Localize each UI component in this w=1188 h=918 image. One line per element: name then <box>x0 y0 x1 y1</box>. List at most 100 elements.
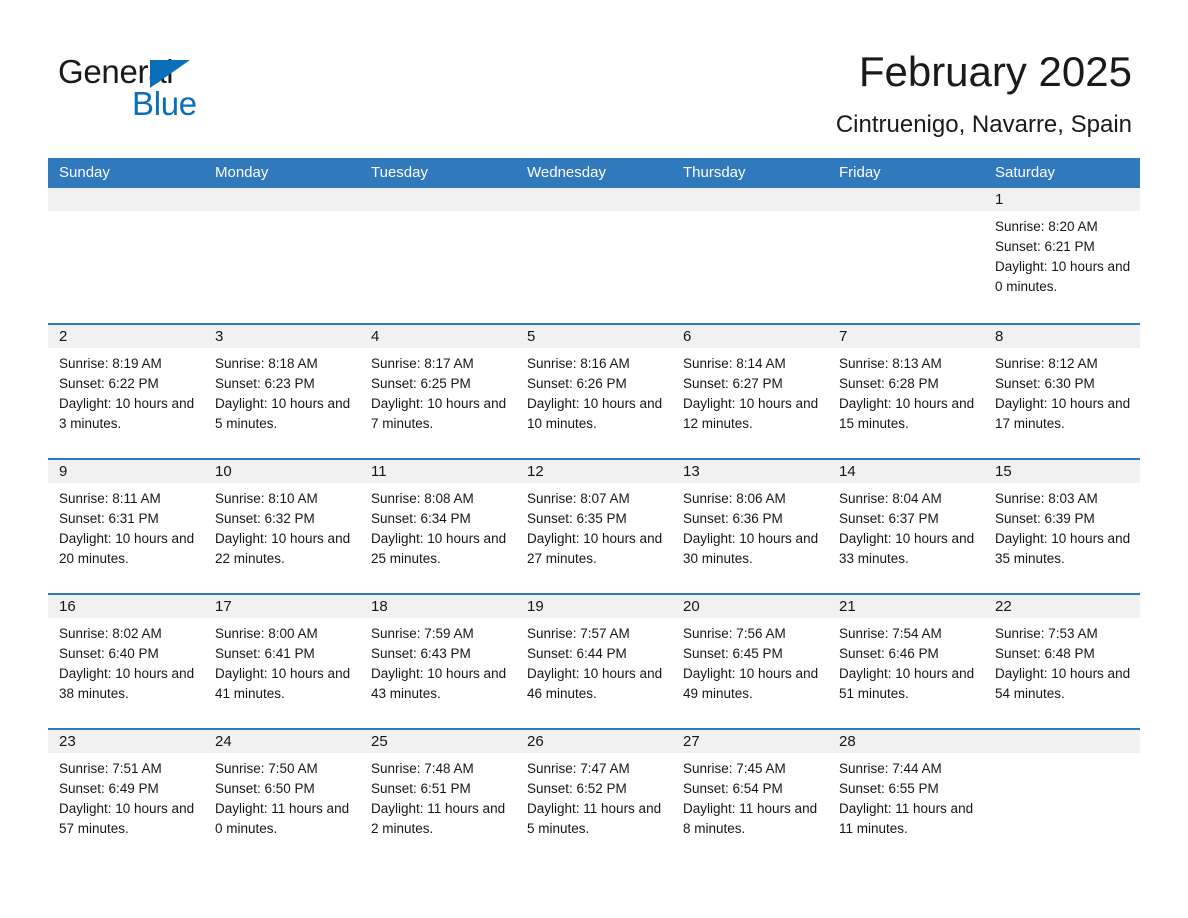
sunset-text: Sunset: 6:55 PM <box>839 781 939 796</box>
daylight-text: Daylight: 10 hours and 15 minutes. <box>839 396 975 431</box>
calendar-day-cell[interactable]: 24 Sunrise: 7:50 AM Sunset: 6:50 PM Dayligh… <box>204 730 360 863</box>
calendar-day-cell[interactable]: 13 Sunrise: 8:06 AM Sunset: 6:36 PM Dayligh… <box>672 460 828 593</box>
weekday-header-friday: Friday <box>839 164 881 181</box>
sunrise-text: Sunrise: 7:47 AM <box>527 761 630 776</box>
calendar-weeks: 1 Sunrise: 8:20 AM Sunset: 6:21 PM Daylight… <box>48 188 1140 863</box>
calendar-day-cell[interactable]: 8 Sunrise: 8:12 AM Sunset: 6:30 PM Daylight… <box>984 325 1140 458</box>
calendar-day-cell[interactable]: 19 Sunrise: 7:57 AM Sunset: 6:44 PM Dayligh… <box>516 595 672 728</box>
calendar-day-cell[interactable]: 9 Sunrise: 8:11 AM Sunset: 6:31 PM Daylight… <box>48 460 204 593</box>
day-number <box>672 188 828 211</box>
sunrise-text: Sunrise: 8:17 AM <box>371 356 474 371</box>
sunrise-text: Sunrise: 8:14 AM <box>683 356 786 371</box>
calendar-day-cell[interactable]: 25 Sunrise: 7:48 AM Sunset: 6:51 PM Dayligh… <box>360 730 516 863</box>
calendar-day-cell[interactable]: 12 Sunrise: 8:07 AM Sunset: 6:35 PM Dayligh… <box>516 460 672 593</box>
calendar-day-cell[interactable]: 26 Sunrise: 7:47 AM Sunset: 6:52 PM Dayligh… <box>516 730 672 863</box>
sunset-text: Sunset: 6:28 PM <box>839 376 939 391</box>
daylight-text: Daylight: 10 hours and 54 minutes. <box>995 666 1131 701</box>
daylight-text: Daylight: 10 hours and 38 minutes. <box>59 666 195 701</box>
calendar-week-row: 1 Sunrise: 8:20 AM Sunset: 6:21 PM Daylight… <box>48 188 1140 323</box>
daylight-text: Daylight: 10 hours and 12 minutes. <box>683 396 819 431</box>
day-number: 19 <box>516 595 672 618</box>
day-sun-info: Sunrise: 7:54 AM Sunset: 6:46 PM Daylight:… <box>828 618 984 704</box>
calendar-day-cell[interactable]: 4 Sunrise: 8:17 AM Sunset: 6:25 PM Daylight… <box>360 325 516 458</box>
calendar-day-cell[interactable]: 6 Sunrise: 8:14 AM Sunset: 6:27 PM Daylight… <box>672 325 828 458</box>
calendar-day-cell[interactable]: 15 Sunrise: 8:03 AM Sunset: 6:39 PM Dayligh… <box>984 460 1140 593</box>
sunset-text: Sunset: 6:37 PM <box>839 511 939 526</box>
sunrise-text: Sunrise: 8:16 AM <box>527 356 630 371</box>
sunrise-text: Sunrise: 7:54 AM <box>839 626 942 641</box>
calendar-day-cell[interactable]: 14 Sunrise: 8:04 AM Sunset: 6:37 PM Dayligh… <box>828 460 984 593</box>
day-number <box>48 188 204 211</box>
calendar-day-cell[interactable]: 20 Sunrise: 7:56 AM Sunset: 6:45 PM Dayligh… <box>672 595 828 728</box>
day-number: 23 <box>48 730 204 753</box>
calendar-day-cell[interactable]: 5 Sunrise: 8:16 AM Sunset: 6:26 PM Daylight… <box>516 325 672 458</box>
sunset-text: Sunset: 6:51 PM <box>371 781 471 796</box>
calendar-week-row: 2 Sunrise: 8:19 AM Sunset: 6:22 PM Daylight… <box>48 323 1140 458</box>
calendar-week-row: 9 Sunrise: 8:11 AM Sunset: 6:31 PM Daylight… <box>48 458 1140 593</box>
day-number: 4 <box>360 325 516 348</box>
daylight-text: Daylight: 10 hours and 20 minutes. <box>59 531 195 566</box>
day-number: 14 <box>828 460 984 483</box>
calendar-day-cell[interactable]: 17 Sunrise: 8:00 AM Sunset: 6:41 PM Dayligh… <box>204 595 360 728</box>
day-sun-info: Sunrise: 8:10 AM Sunset: 6:32 PM Daylight:… <box>204 483 360 569</box>
sunrise-text: Sunrise: 8:00 AM <box>215 626 318 641</box>
calendar-day-cell[interactable]: 18 Sunrise: 7:59 AM Sunset: 6:43 PM Dayligh… <box>360 595 516 728</box>
sunrise-text: Sunrise: 8:06 AM <box>683 491 786 506</box>
calendar-day-cell-empty <box>984 730 1140 863</box>
daylight-text: Daylight: 11 hours and 11 minutes. <box>839 801 974 836</box>
day-number <box>516 188 672 211</box>
calendar-week-row: 23 Sunrise: 7:51 AM Sunset: 6:49 PM Dayligh… <box>48 728 1140 863</box>
calendar-day-cell[interactable]: 7 Sunrise: 8:13 AM Sunset: 6:28 PM Daylight… <box>828 325 984 458</box>
calendar-day-cell[interactable]: 22 Sunrise: 7:53 AM Sunset: 6:48 PM Dayligh… <box>984 595 1140 728</box>
daylight-text: Daylight: 10 hours and 51 minutes. <box>839 666 975 701</box>
day-number <box>360 188 516 211</box>
sunset-text: Sunset: 6:48 PM <box>995 646 1095 661</box>
sunrise-text: Sunrise: 7:50 AM <box>215 761 318 776</box>
calendar-day-cell[interactable]: 27 Sunrise: 7:45 AM Sunset: 6:54 PM Dayligh… <box>672 730 828 863</box>
calendar-day-cell[interactable]: 3 Sunrise: 8:18 AM Sunset: 6:23 PM Daylight… <box>204 325 360 458</box>
day-number: 2 <box>48 325 204 348</box>
day-number: 21 <box>828 595 984 618</box>
daylight-text: Daylight: 10 hours and 22 minutes. <box>215 531 351 566</box>
day-sun-info: Sunrise: 8:12 AM Sunset: 6:30 PM Daylight:… <box>984 348 1140 434</box>
day-sun-info: Sunrise: 7:57 AM Sunset: 6:44 PM Daylight:… <box>516 618 672 704</box>
calendar-day-cell[interactable]: 11 Sunrise: 8:08 AM Sunset: 6:34 PM Dayligh… <box>360 460 516 593</box>
calendar-day-cell[interactable]: 1 Sunrise: 8:20 AM Sunset: 6:21 PM Daylight… <box>984 188 1140 323</box>
day-sun-info: Sunrise: 8:00 AM Sunset: 6:41 PM Daylight:… <box>204 618 360 704</box>
daylight-text: Daylight: 10 hours and 30 minutes. <box>683 531 819 566</box>
day-sun-info: Sunrise: 7:50 AM Sunset: 6:50 PM Daylight:… <box>204 753 360 839</box>
day-sun-info: Sunrise: 8:02 AM Sunset: 6:40 PM Daylight:… <box>48 618 204 704</box>
calendar-day-cell[interactable]: 23 Sunrise: 7:51 AM Sunset: 6:49 PM Dayligh… <box>48 730 204 863</box>
calendar-table: Sunday Monday Tuesday Wednesday Thursday… <box>48 158 1140 863</box>
day-number: 10 <box>204 460 360 483</box>
sunset-text: Sunset: 6:44 PM <box>527 646 627 661</box>
weekday-header-thursday: Thursday <box>683 164 746 181</box>
calendar-day-cell[interactable]: 2 Sunrise: 8:19 AM Sunset: 6:22 PM Daylight… <box>48 325 204 458</box>
daylight-text: Daylight: 10 hours and 43 minutes. <box>371 666 507 701</box>
day-sun-info: Sunrise: 8:17 AM Sunset: 6:25 PM Daylight:… <box>360 348 516 434</box>
calendar-day-cell[interactable]: 10 Sunrise: 8:10 AM Sunset: 6:32 PM Dayligh… <box>204 460 360 593</box>
calendar-week-row: 16 Sunrise: 8:02 AM Sunset: 6:40 PM Dayligh… <box>48 593 1140 728</box>
page-subtitle: Cintruenigo, Navarre, Spain <box>835 111 1132 138</box>
calendar-day-cell[interactable]: 21 Sunrise: 7:54 AM Sunset: 6:46 PM Dayligh… <box>828 595 984 728</box>
sunset-text: Sunset: 6:26 PM <box>527 376 627 391</box>
day-number: 1 <box>984 188 1140 211</box>
sunset-text: Sunset: 6:40 PM <box>59 646 159 661</box>
calendar-day-cell-empty <box>360 188 516 323</box>
day-number: 16 <box>48 595 204 618</box>
day-sun-info: Sunrise: 8:04 AM Sunset: 6:37 PM Daylight:… <box>828 483 984 569</box>
day-number: 15 <box>984 460 1140 483</box>
day-sun-info: Sunrise: 7:44 AM Sunset: 6:55 PM Daylight:… <box>828 753 984 839</box>
day-number <box>984 730 1140 753</box>
day-sun-info: Sunrise: 8:13 AM Sunset: 6:28 PM Daylight:… <box>828 348 984 434</box>
sunrise-text: Sunrise: 8:13 AM <box>839 356 942 371</box>
daylight-text: Daylight: 10 hours and 10 minutes. <box>527 396 663 431</box>
weekday-header-row: Sunday Monday Tuesday Wednesday Thursday… <box>48 158 1140 188</box>
calendar-day-cell[interactable]: 28 Sunrise: 7:44 AM Sunset: 6:55 PM Dayligh… <box>828 730 984 863</box>
sunrise-text: Sunrise: 8:02 AM <box>59 626 162 641</box>
day-sun-info: Sunrise: 7:53 AM Sunset: 6:48 PM Daylight:… <box>984 618 1140 704</box>
sunset-text: Sunset: 6:25 PM <box>371 376 471 391</box>
day-sun-info: Sunrise: 7:56 AM Sunset: 6:45 PM Daylight:… <box>672 618 828 704</box>
day-sun-info: Sunrise: 7:45 AM Sunset: 6:54 PM Daylight:… <box>672 753 828 839</box>
calendar-day-cell[interactable]: 16 Sunrise: 8:02 AM Sunset: 6:40 PM Dayligh… <box>48 595 204 728</box>
